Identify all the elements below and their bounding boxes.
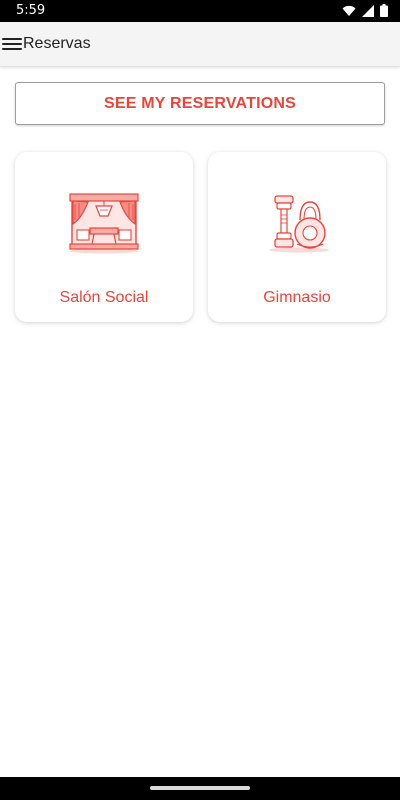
status-time: 5:59 — [16, 3, 46, 18]
social-hall-icon — [69, 193, 139, 254]
amenity-label: Gimnasio — [263, 289, 331, 306]
gym-dumbbell-kettlebell-icon — [269, 195, 329, 253]
home-gesture-handle[interactable] — [150, 786, 250, 790]
amenity-card-salon-social[interactable]: Salón Social — [15, 152, 193, 322]
system-navigation-bar — [0, 777, 400, 800]
status-icons — [342, 4, 388, 17]
battery-icon — [380, 4, 388, 17]
see-my-reservations-button[interactable]: SEE MY RESERVATIONS — [15, 82, 385, 125]
hamburger-menu-icon[interactable] — [2, 35, 22, 53]
amenity-card-gimnasio[interactable]: Gimnasio — [208, 152, 386, 322]
status-bar: 5:59 — [0, 0, 400, 22]
amenity-label: Salón Social — [59, 289, 149, 306]
wifi-icon — [342, 5, 356, 16]
page-title: Reservas — [23, 35, 91, 52]
app-bar: Reservas — [0, 22, 400, 67]
signal-icon — [362, 4, 374, 17]
